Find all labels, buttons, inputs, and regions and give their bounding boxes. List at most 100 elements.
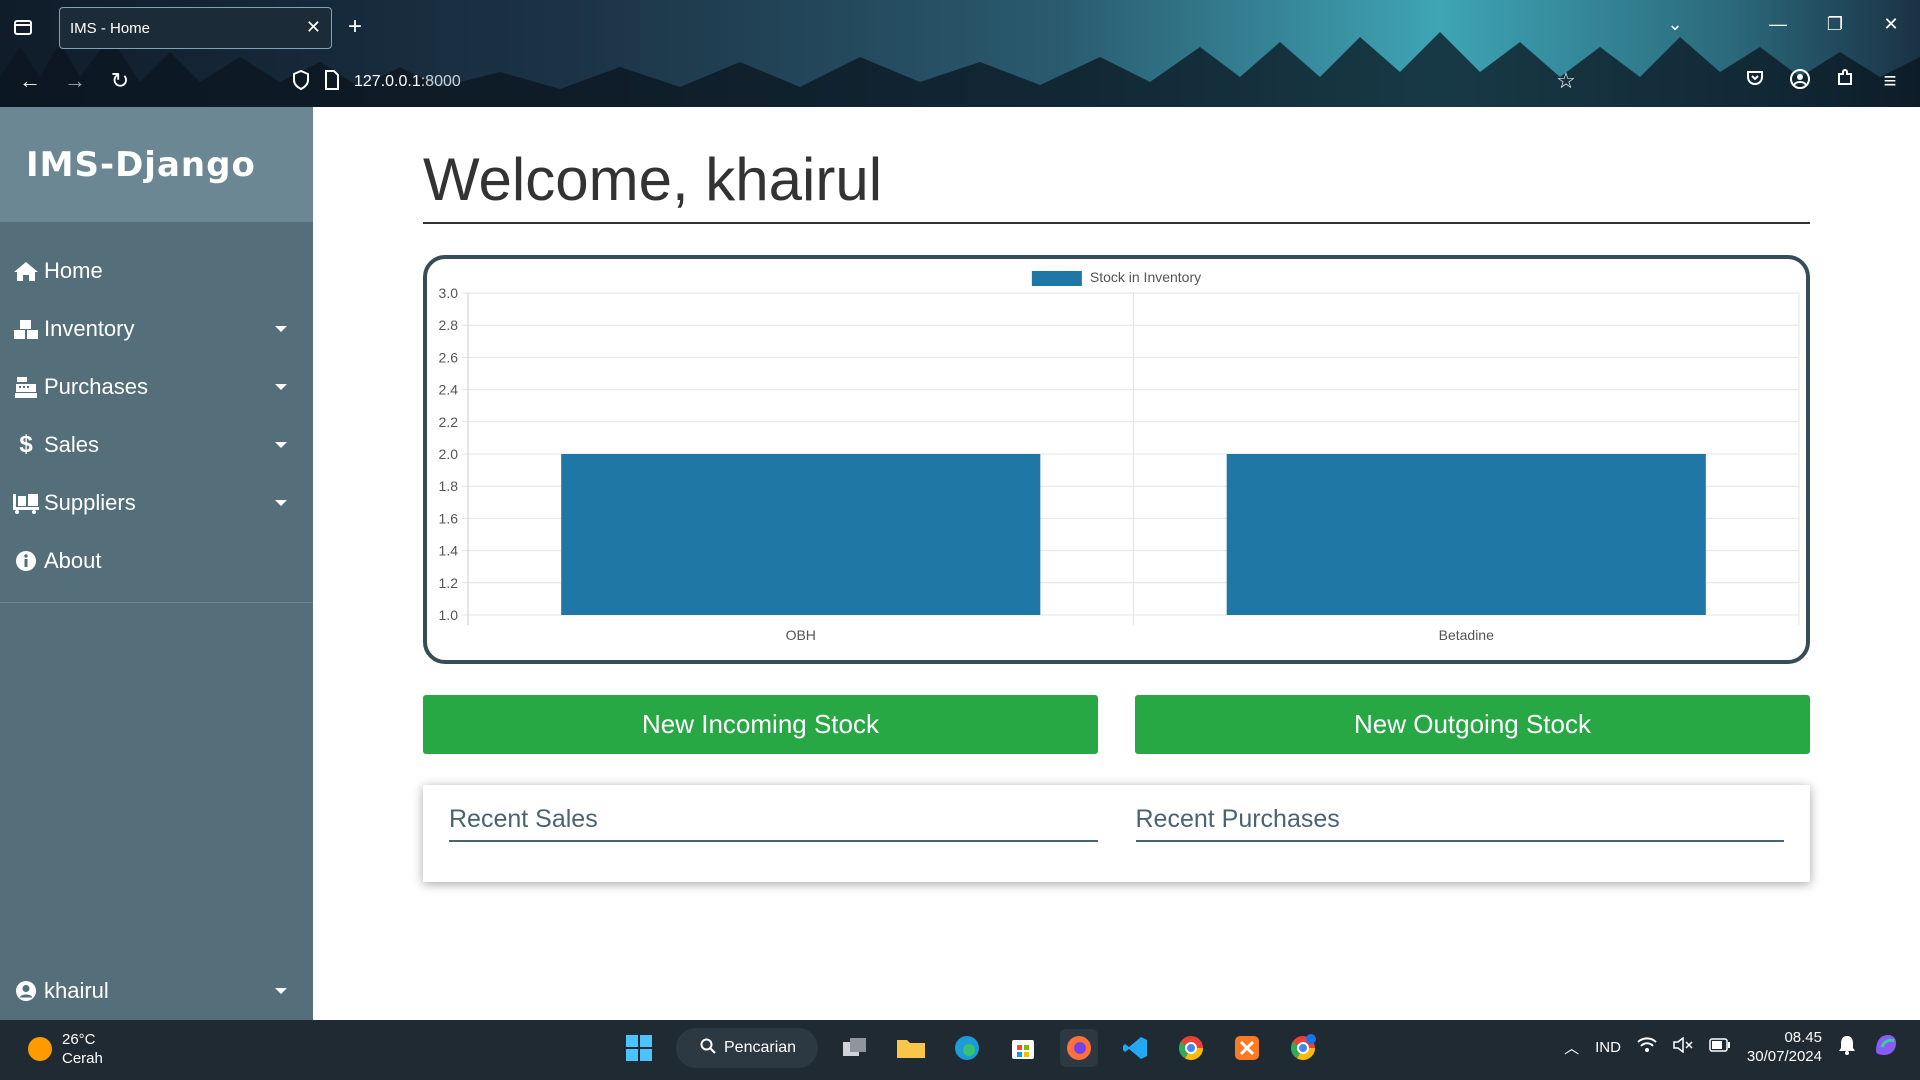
sidebar-item-purchases[interactable]: Purchases (0, 358, 313, 416)
recent-activity-card: Recent Sales Recent Purchases (423, 785, 1810, 882)
browser-tab-active[interactable]: IMS - Home ✕ (59, 7, 332, 49)
notification-bell-icon[interactable] (1838, 1035, 1856, 1059)
truck-loading-icon (12, 492, 40, 514)
boxes-icon (12, 318, 40, 340)
restore-icon[interactable]: ❐ (1820, 14, 1850, 35)
browser-chrome: IMS - Home ✕ + ⌄ — ❐ ✕ ← → ↻ 127.0.0.1:8… (0, 0, 1920, 107)
sidebar-item-label: Inventory (44, 316, 135, 341)
main-content: Welcome, khairul 1.0 1.2 1.4 1.6 1.8 2.0 2.2 2.… (423, 107, 1810, 882)
title-divider (423, 222, 1810, 224)
page-icon (324, 69, 340, 95)
sidebar-item-label: About (44, 548, 102, 573)
y-tick-label: 2.8 (439, 317, 459, 333)
account-icon[interactable] (1785, 68, 1815, 96)
sidebar-item-label: Sales (44, 432, 100, 457)
taskbar-apps: Pencarian (620, 1028, 1322, 1068)
reload-icon[interactable]: ↻ (105, 68, 135, 94)
close-window-icon[interactable]: ✕ (1876, 14, 1906, 35)
bar (561, 454, 1041, 615)
address-bar[interactable]: 127.0.0.1:8000 (292, 68, 461, 96)
user-name: khairul (44, 978, 109, 1003)
sidebar-item-sales[interactable]: $ Sales (0, 416, 313, 474)
legend-swatch (1031, 271, 1082, 286)
url-text[interactable]: 127.0.0.1:8000 (354, 73, 461, 91)
microsoft-store-icon[interactable] (1004, 1029, 1042, 1067)
x-tick-label: OBH (786, 627, 816, 643)
sidebar-item-suppliers[interactable]: Suppliers (0, 474, 313, 532)
action-buttons: New Incoming Stock New Outgoing Stock (423, 695, 1810, 754)
back-icon[interactable]: ← (15, 68, 45, 94)
bar (1226, 454, 1706, 615)
language-indicator[interactable]: IND (1595, 1039, 1621, 1056)
y-tick-label: 2.6 (439, 349, 459, 365)
tab-list-icon[interactable] (12, 16, 36, 40)
sidebar-item-about[interactable]: About (0, 532, 313, 590)
chevron-down-icon (275, 500, 287, 506)
taskbar-search[interactable]: Pencarian (676, 1028, 818, 1068)
weather-widget[interactable]: 26°C Cerah (28, 1030, 103, 1068)
sidebar-item-home[interactable]: Home (0, 242, 313, 300)
sidebar-item-inventory[interactable]: Inventory (0, 300, 313, 358)
recent-purchases-title: Recent Purchases (1135, 805, 1784, 842)
brand-text: IMS-Django (26, 144, 256, 185)
stock-chart-card: 1.0 1.2 1.4 1.6 1.8 2.0 2.2 2.4 2.6 2.8 3.0 OBH Beta… (423, 255, 1810, 664)
y-tick-label: 1.8 (439, 478, 459, 494)
bookmark-star-icon[interactable]: ☆ (1551, 68, 1581, 94)
windows-start-icon[interactable] (620, 1029, 658, 1067)
search-label: Pencarian (724, 1039, 797, 1056)
clock-time: 08.45 (1784, 1029, 1822, 1046)
sidebar-item-label: Purchases (44, 374, 148, 399)
list-all-tabs-icon[interactable]: ⌄ (1660, 14, 1690, 35)
dollar-icon: $ (19, 431, 33, 458)
y-tick-label: 1.6 (439, 510, 459, 526)
chrome-icon[interactable] (1172, 1029, 1210, 1067)
firefox-icon[interactable] (1060, 1029, 1098, 1067)
sidebar-user-menu[interactable]: khairul (0, 962, 313, 1020)
recent-sales-title: Recent Sales (449, 805, 1098, 842)
xampp-icon[interactable] (1228, 1029, 1266, 1067)
edge-browser-icon[interactable] (948, 1029, 986, 1067)
y-tick-label: 2.0 (439, 446, 459, 462)
menu-icon[interactable]: ≡ (1875, 68, 1905, 94)
x-tick-label: Betadine (1439, 627, 1494, 643)
home-icon (12, 260, 40, 282)
y-tick-label: 2.4 (439, 382, 459, 398)
clock[interactable]: 08.45 30/07/2024 (1747, 1028, 1822, 1066)
chevron-up-icon[interactable]: ︿ (1564, 1037, 1579, 1058)
y-tick-label: 1.0 (439, 607, 459, 623)
url-port: :8000 (420, 73, 461, 90)
system-tray: ︿ IND 08.45 30/07/2024 (1564, 1028, 1900, 1066)
battery-icon[interactable] (1709, 1038, 1731, 1056)
vscode-icon[interactable] (1116, 1029, 1154, 1067)
user-circle-icon (12, 980, 40, 1002)
url-host: 127.0.0.1 (354, 73, 421, 90)
pocket-icon[interactable] (1740, 68, 1770, 94)
file-explorer-icon[interactable] (892, 1029, 930, 1067)
task-view-icon[interactable] (836, 1029, 874, 1067)
volume-muted-icon[interactable] (1673, 1036, 1693, 1057)
new-outgoing-stock-button[interactable]: New Outgoing Stock (1135, 695, 1810, 754)
chevron-down-icon (275, 988, 287, 994)
copilot-icon[interactable] (1872, 1031, 1900, 1063)
cash-register-icon (12, 375, 40, 399)
tab-close-icon[interactable]: ✕ (306, 17, 321, 38)
extensions-icon[interactable] (1830, 68, 1860, 94)
page-title: Welcome, khairul (423, 146, 883, 213)
y-tick-label: 3.0 (439, 285, 459, 301)
chevron-down-icon (275, 326, 287, 332)
forward-icon[interactable]: → (60, 68, 90, 94)
new-tab-icon[interactable]: + (348, 13, 362, 41)
chevron-down-icon (275, 442, 287, 448)
wifi-icon[interactable] (1637, 1037, 1657, 1057)
search-icon (700, 1038, 716, 1059)
stock-chart: 1.0 1.2 1.4 1.6 1.8 2.0 2.2 2.4 2.6 2.8 3.0 OBH Beta… (439, 269, 1800, 643)
new-incoming-stock-button[interactable]: New Incoming Stock (423, 695, 1098, 754)
y-tick-label: 1.2 (439, 575, 459, 591)
sidebar-item-label: Suppliers (44, 490, 136, 515)
recent-purchases-section: Recent Purchases (1135, 805, 1784, 882)
y-tick-label: 2.2 (439, 414, 459, 430)
sidebar-item-label: Home (44, 258, 103, 283)
minimize-icon[interactable]: — (1763, 14, 1793, 35)
brand[interactable]: IMS-Django (0, 107, 313, 222)
chrome-profile-icon[interactable] (1284, 1029, 1322, 1067)
